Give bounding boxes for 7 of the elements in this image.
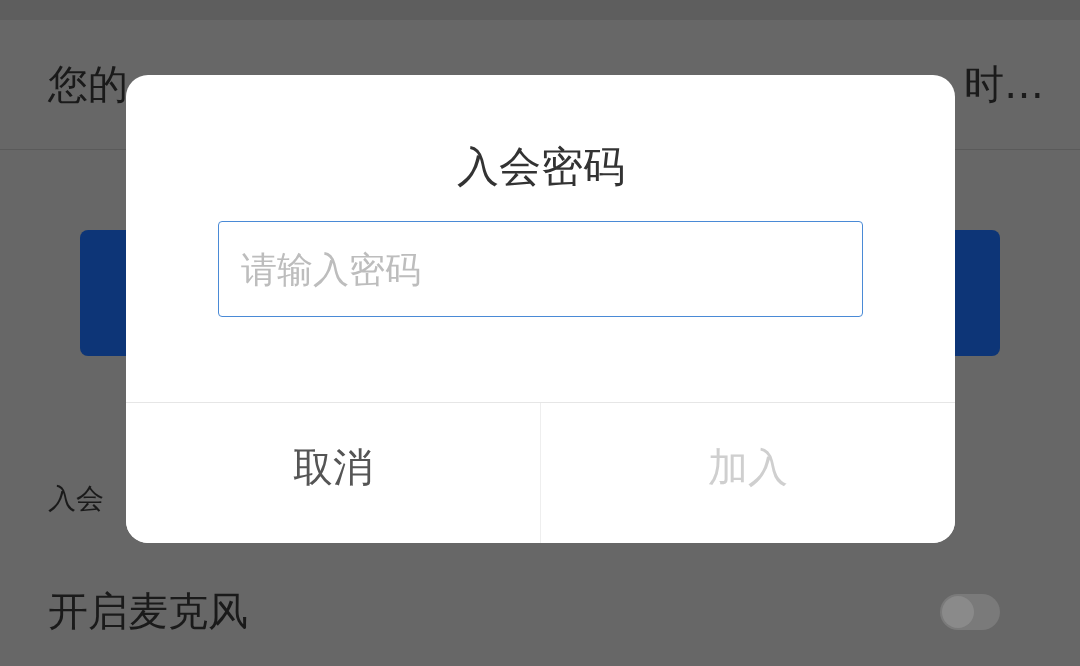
name-text: 您的 (48, 60, 128, 109)
dialog-title: 入会密码 (455, 141, 626, 193)
section-label: 入会 (48, 482, 104, 515)
name-text-end: 时… (964, 60, 1044, 109)
password-field[interactable]: 请输入密码 (218, 221, 863, 317)
microphone-label: 开启麦克风 (48, 587, 248, 636)
microphone-toggle[interactable] (940, 593, 1000, 630)
